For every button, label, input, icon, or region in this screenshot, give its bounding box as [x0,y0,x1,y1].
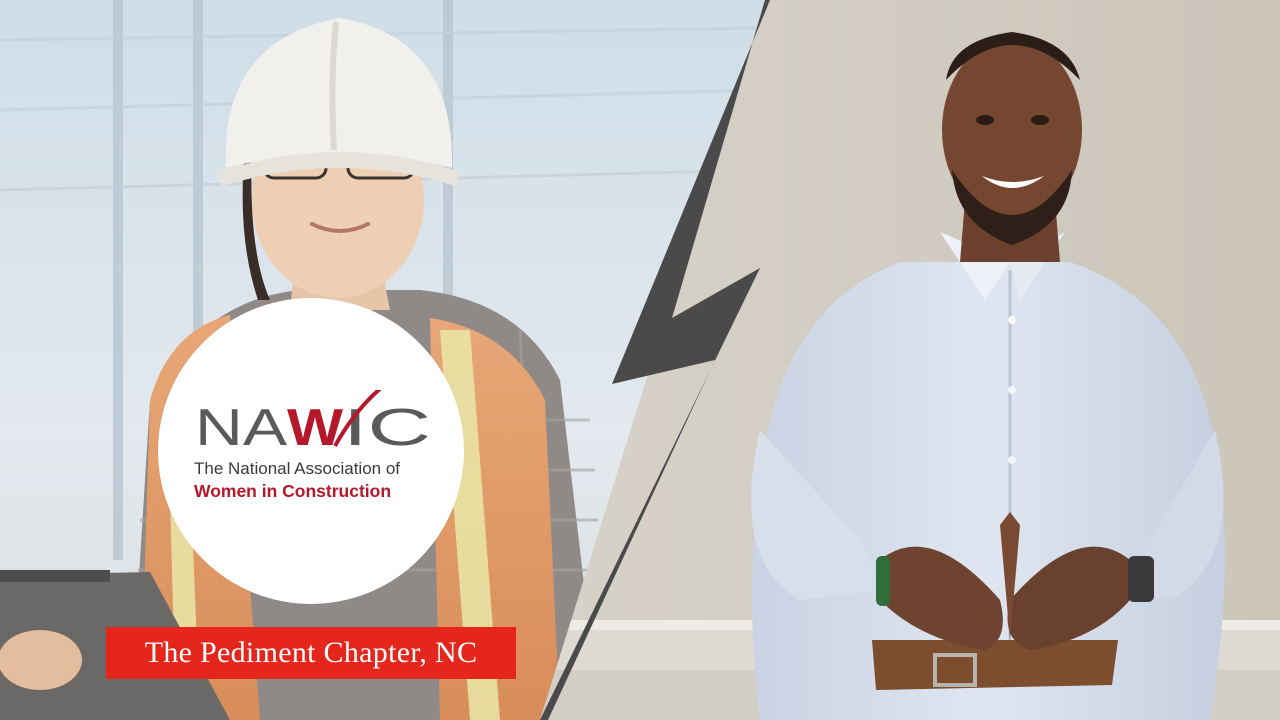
logo-tagline-line2: Women in Construction [194,481,392,501]
logo-tagline-line1: The National Association of [194,459,401,478]
svg-text:IC: IC [343,399,431,450]
svg-text:NA: NA [195,399,287,450]
thumbnail-canvas: NA IC W The National Association of Wome… [0,0,1280,720]
chapter-banner: The Pediment Chapter, NC [106,627,516,679]
chapter-label: The Pediment Chapter, NC [144,636,478,669]
nawic-logo-badge [158,298,464,604]
nawic-wordmark-logo: NA IC W [195,390,431,450]
